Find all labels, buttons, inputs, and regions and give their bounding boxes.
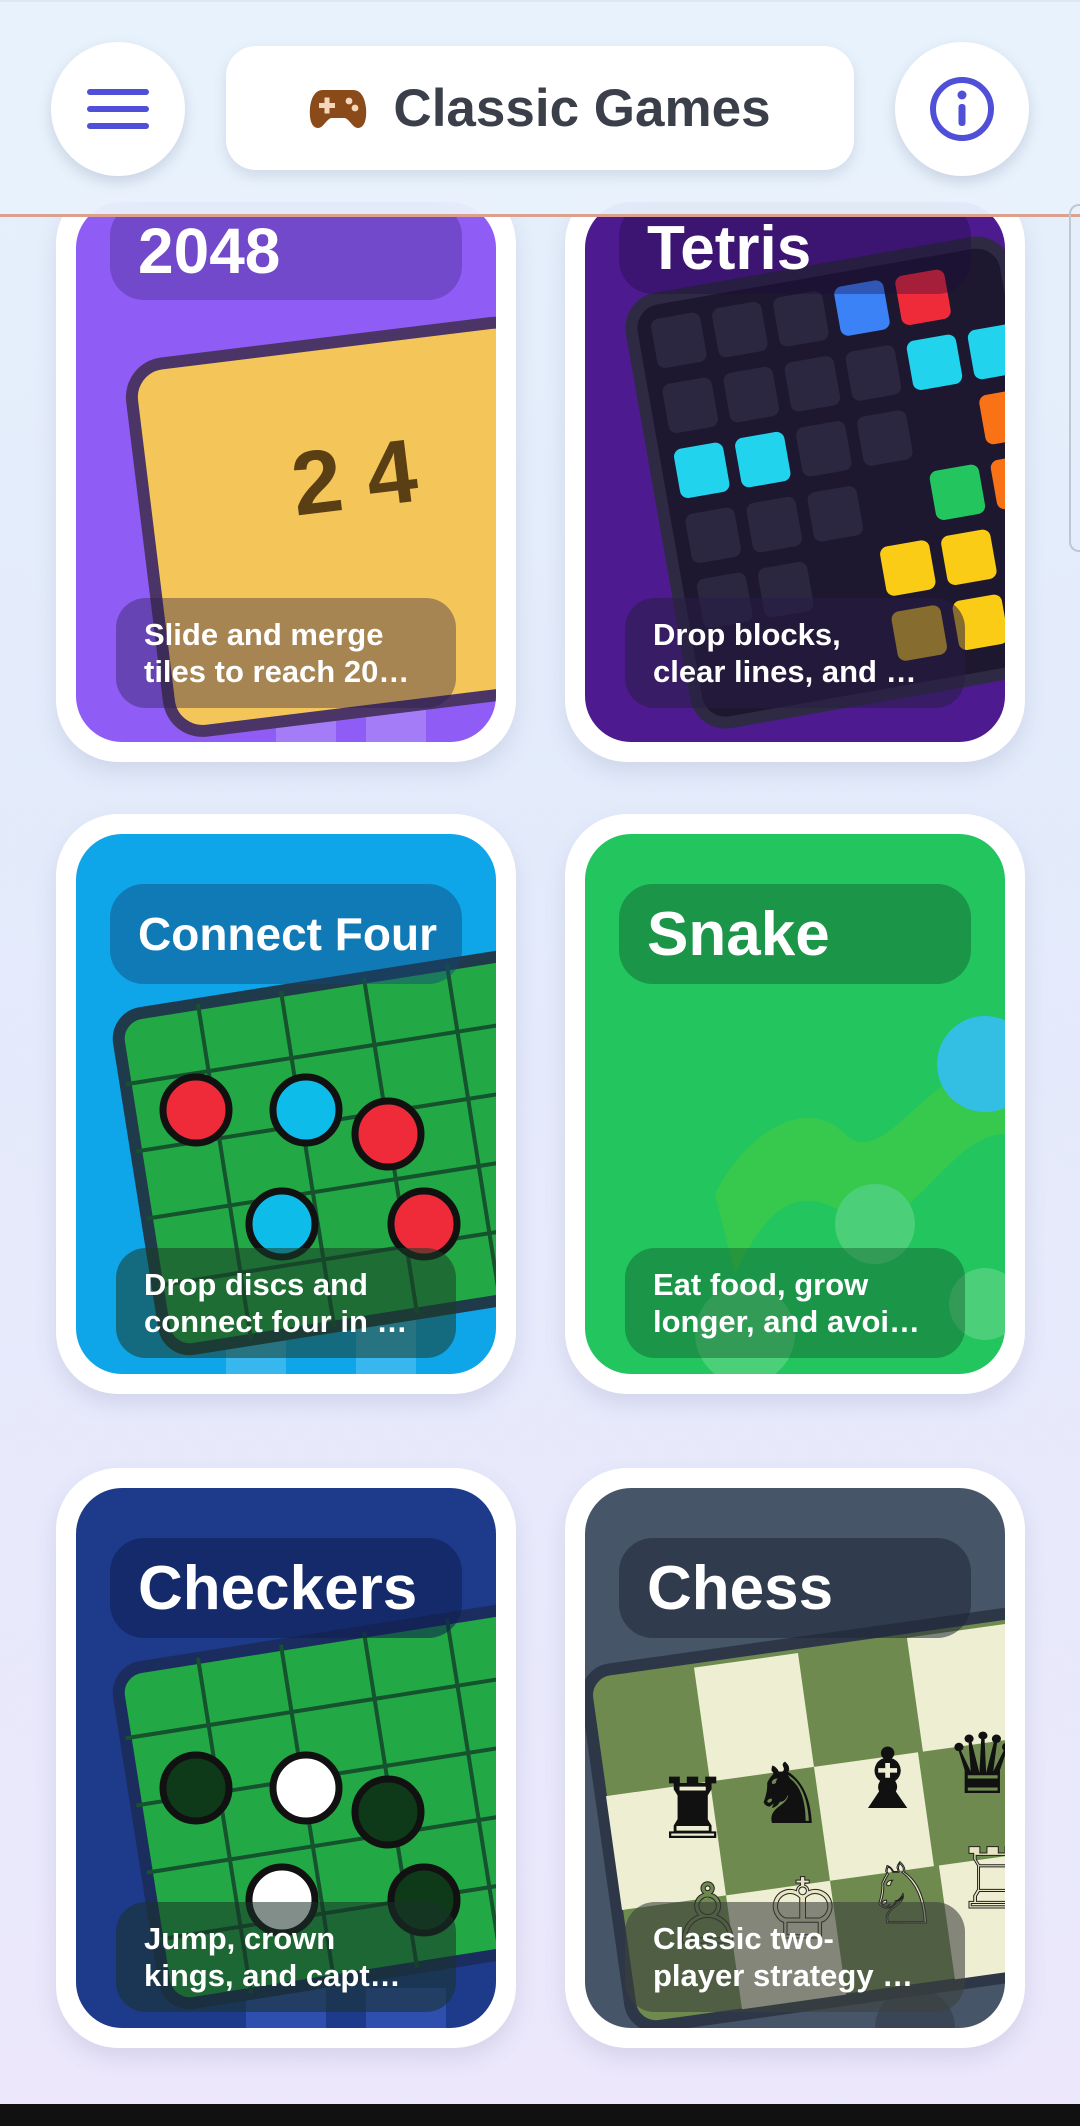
knight-icon: ♞ xyxy=(750,1745,825,1843)
app-header: Classic Games xyxy=(0,0,1080,217)
card-description: Drop discs and connect four in … xyxy=(116,1248,456,1358)
gamepad-icon xyxy=(309,86,367,130)
rook-white-icon: ♖ xyxy=(955,1830,1005,1928)
tile-text: 2 4 xyxy=(286,421,422,536)
game-card-checkers[interactable]: Checkers Jump, crown kings, and capt… xyxy=(56,1468,516,2048)
bishop-icon: ♝ xyxy=(850,1730,925,1828)
card-description: Slide and merge tiles to reach 20… xyxy=(116,598,456,708)
page-title: Classic Games xyxy=(393,78,771,138)
game-card-snake[interactable]: Snake Eat food, grow longer, and avoi… xyxy=(565,814,1025,1394)
card-description: Eat food, grow longer, and avoi… xyxy=(625,1248,965,1358)
card-description: Drop blocks, clear lines, and … xyxy=(625,598,965,708)
game-card-chess[interactable]: ♜ ♞ ♝ ♛ ♙ ♔ ♘ ♖ Chess Classic two- playe… xyxy=(565,1468,1025,2048)
title-bar: Classic Games xyxy=(226,46,854,170)
info-button[interactable] xyxy=(895,42,1029,176)
menu-button[interactable] xyxy=(51,42,185,176)
queen-icon: ♛ xyxy=(945,1715,1005,1813)
card-title: Snake xyxy=(619,884,971,984)
card-description: Classic two- player strategy … xyxy=(625,1902,965,2012)
card-description: Jump, crown kings, and capt… xyxy=(116,1902,456,2012)
card-snake-art: Snake Eat food, grow longer, and avoi… xyxy=(585,834,1005,1374)
card-tetris-art: Tetris Drop blocks, clear lines, and … xyxy=(585,202,1005,742)
card-chess-art: ♜ ♞ ♝ ♛ ♙ ♔ ♘ ♖ Chess Classic two- playe… xyxy=(585,1488,1005,2028)
card-connect-four-art: Connect Four Drop discs and connect four… xyxy=(76,834,496,1374)
card-2048-art: 2 4 2048 Slide and merge tiles to reach … xyxy=(76,202,496,742)
navigation-bar xyxy=(0,2104,1080,2126)
info-icon xyxy=(929,76,995,142)
card-title: Checkers xyxy=(110,1538,462,1638)
card-title: Connect Four xyxy=(110,884,462,984)
game-card-connect-four[interactable]: Connect Four Drop discs and connect four… xyxy=(56,814,516,1394)
scrollbar[interactable] xyxy=(1069,204,1080,552)
card-title: Chess xyxy=(619,1538,971,1638)
menu-icon xyxy=(87,87,149,131)
game-card-2048[interactable]: 2 4 2048 Slide and merge tiles to reach … xyxy=(56,182,516,762)
card-checkers-art: Checkers Jump, crown kings, and capt… xyxy=(76,1488,496,2028)
rook-icon: ♜ xyxy=(655,1760,730,1858)
game-card-tetris[interactable]: Tetris Drop blocks, clear lines, and … xyxy=(565,182,1025,762)
